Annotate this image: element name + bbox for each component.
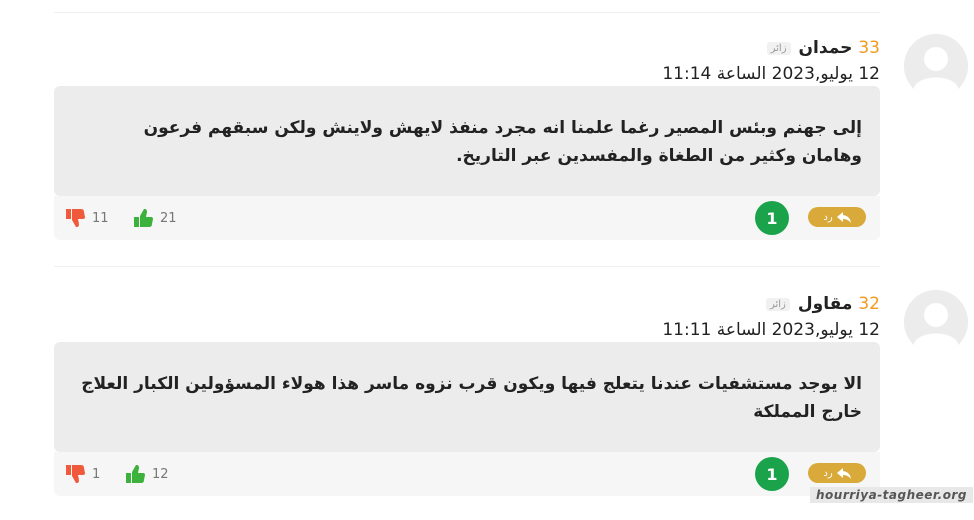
reply-label: رد bbox=[823, 467, 833, 479]
thumbs-up-icon bbox=[126, 465, 145, 483]
dislike-count: 1 bbox=[92, 466, 101, 482]
comment-number[interactable]: 33 bbox=[858, 38, 880, 58]
like-button[interactable]: 12 bbox=[126, 465, 169, 483]
dislike-count: 11 bbox=[92, 210, 109, 226]
comment-item: 33 حمدان زائر 12 يوليو,2023 الساعة 11:14… bbox=[0, 34, 974, 264]
comment-date: 12 يوليو,2023 الساعة 11:11 bbox=[662, 320, 880, 340]
thumbs-up-icon bbox=[134, 209, 153, 227]
reply-arrow-icon bbox=[836, 211, 851, 223]
avatar[interactable] bbox=[904, 34, 968, 98]
author-role-badge: زائر bbox=[766, 41, 791, 55]
author-role-badge: زائر bbox=[765, 297, 790, 311]
avatar[interactable] bbox=[904, 290, 968, 354]
thumbs-down-icon bbox=[66, 209, 85, 227]
like-count: 21 bbox=[160, 210, 177, 226]
comment-header: 33 حمدان زائر bbox=[766, 38, 880, 58]
comment-author: مقاول bbox=[797, 294, 853, 314]
reply-label: رد bbox=[823, 211, 833, 223]
thumbs-down-icon bbox=[66, 465, 85, 483]
comment-item: 32 مقاول زائر 12 يوليو,2023 الساعة 11:11… bbox=[0, 290, 974, 520]
like-count: 12 bbox=[152, 466, 169, 482]
comment-date: 12 يوليو,2023 الساعة 11:14 bbox=[662, 64, 880, 84]
reply-arrow-icon bbox=[836, 467, 851, 479]
like-button[interactable]: 21 bbox=[134, 209, 177, 227]
comment-author: حمدان bbox=[798, 38, 853, 58]
comment-text: إلى جهنم وبئس المصير رغما علمنا انه مجرد… bbox=[143, 118, 862, 166]
user-avatar-icon bbox=[904, 34, 968, 98]
replies-count-badge[interactable]: 1 bbox=[755, 457, 789, 491]
dislike-button[interactable]: 1 bbox=[66, 465, 100, 483]
reply-button[interactable]: رد bbox=[808, 463, 866, 483]
comment-number[interactable]: 32 bbox=[858, 294, 880, 314]
user-avatar-icon bbox=[904, 290, 968, 354]
comment-bubble: إلى جهنم وبئس المصير رغما علمنا انه مجرد… bbox=[54, 86, 880, 196]
top-divider bbox=[54, 12, 880, 13]
comment-actions: 11 21 1 رد bbox=[54, 196, 880, 240]
replies-count-badge[interactable]: 1 bbox=[755, 201, 789, 235]
reply-button[interactable]: رد bbox=[808, 207, 866, 227]
comment-actions: 1 12 1 رد bbox=[54, 452, 880, 496]
comment-divider bbox=[54, 266, 880, 267]
comment-header: 32 مقاول زائر bbox=[765, 294, 880, 314]
comment-text: الا يوجد مستشفيات عندنا يتعلج فيها ويكون… bbox=[81, 374, 862, 422]
comment-bubble: الا يوجد مستشفيات عندنا يتعلج فيها ويكون… bbox=[54, 342, 880, 452]
site-watermark: hourriya-tagheer.org bbox=[810, 487, 973, 503]
dislike-button[interactable]: 11 bbox=[66, 209, 109, 227]
